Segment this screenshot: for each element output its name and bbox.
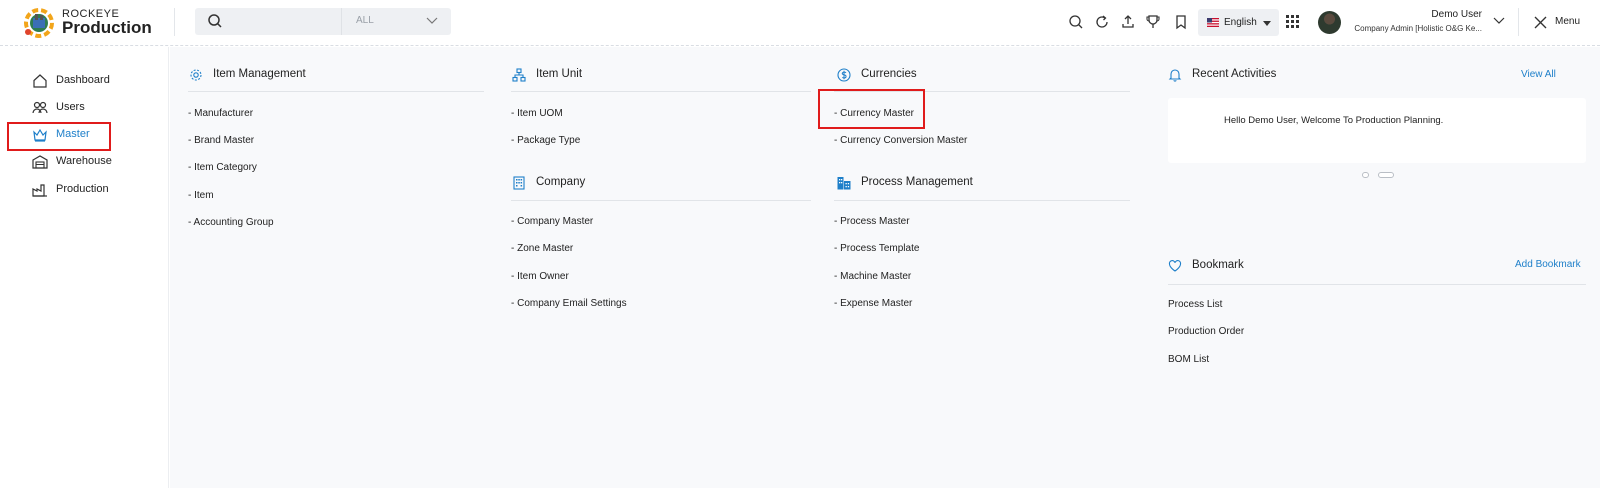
upload-icon[interactable] (1120, 14, 1136, 30)
link-item-category[interactable]: - Item Category (188, 162, 257, 173)
sidebar-item-label: Users (56, 101, 85, 113)
search-icon[interactable] (1068, 14, 1084, 30)
top-header: ROCKEYE Production ALL English Demo User… (0, 0, 1600, 46)
link-machine-master[interactable]: - Machine Master (834, 271, 911, 282)
link-company-master[interactable]: - Company Master (511, 216, 593, 227)
section-title-label: Company (536, 176, 586, 188)
bookmark-icon[interactable] (1173, 14, 1189, 30)
refresh-icon[interactable] (1094, 14, 1110, 30)
link-brand-master[interactable]: - Brand Master (188, 135, 254, 146)
header-divider (1518, 8, 1519, 36)
section-divider (834, 200, 1130, 201)
section-divider (1168, 284, 1586, 285)
sidebar-item-label: Production (56, 183, 109, 195)
section-title-label: Item Unit (536, 68, 583, 80)
chevron-down-icon (426, 17, 438, 24)
sidebar-item-label: Warehouse (56, 155, 112, 167)
link-company-email-settings[interactable]: - Company Email Settings (511, 298, 627, 309)
view-all-link[interactable]: View All (1521, 69, 1556, 80)
link-item[interactable]: - Item (188, 190, 214, 201)
bookmark-item[interactable]: BOM List (1168, 354, 1209, 365)
link-item-owner[interactable]: - Item Owner (511, 271, 569, 282)
section-title-label: Bookmark (1192, 259, 1244, 271)
header-divider (174, 8, 175, 36)
apps-grid-icon[interactable] (1286, 15, 1300, 29)
link-currency-conversion-master[interactable]: - Currency Conversion Master (834, 135, 967, 146)
bell-icon (1168, 69, 1182, 82)
highlight-box (818, 89, 925, 129)
link-item-uom[interactable]: - Item UOM (511, 108, 563, 119)
carousel-dot-active[interactable] (1378, 172, 1394, 178)
user-role: Company Admin [Holistic O&G Ke... (1354, 24, 1482, 33)
home-icon (33, 74, 47, 88)
bookmark-item[interactable]: Process List (1168, 299, 1222, 310)
link-process-master[interactable]: - Process Master (834, 216, 910, 227)
warehouse-icon (32, 155, 48, 169)
gear-icon (190, 69, 202, 81)
add-bookmark-link[interactable]: Add Bookmark (1515, 259, 1581, 270)
brand-name: Production (62, 18, 152, 37)
sidebar: Dashboard Users Master Warehouse Product… (0, 47, 169, 488)
factory-icon (32, 184, 47, 197)
rockeye-logo-icon[interactable] (22, 6, 56, 40)
us-flag-icon (1207, 18, 1219, 27)
section-title-label: Recent Activities (1192, 68, 1277, 80)
user-name[interactable]: Demo User (1350, 9, 1482, 20)
building-icon (513, 176, 525, 190)
activity-message: Hello Demo User, Welcome To Production P… (1224, 115, 1444, 126)
link-accounting-group[interactable]: - Accounting Group (188, 217, 274, 228)
chevron-down-icon[interactable] (1493, 16, 1505, 26)
search-scope-value: ALL (356, 15, 374, 26)
section-divider (511, 200, 811, 201)
close-icon[interactable] (1534, 16, 1547, 29)
highlight-box (7, 122, 111, 151)
section-divider (511, 91, 811, 92)
section-title-label: Currencies (861, 68, 917, 80)
link-process-template[interactable]: - Process Template (834, 243, 919, 254)
city-icon (837, 177, 851, 190)
heart-icon (1168, 260, 1182, 272)
link-manufacturer[interactable]: - Manufacturer (188, 108, 253, 119)
sidebar-item-label: Dashboard (56, 74, 110, 86)
activity-card: Hello Demo User, Welcome To Production P… (1168, 98, 1586, 163)
avatar[interactable] (1318, 11, 1341, 34)
link-zone-master[interactable]: - Zone Master (511, 243, 573, 254)
bookmark-item[interactable]: Production Order (1168, 326, 1244, 337)
menu-button[interactable]: Menu (1555, 16, 1580, 27)
search-input[interactable] (195, 8, 341, 35)
section-title-label: Process Management (861, 176, 973, 188)
caret-down-icon (1263, 21, 1271, 26)
language-label: English (1224, 17, 1257, 28)
section-title-label: Item Management (213, 68, 306, 80)
link-package-type[interactable]: - Package Type (511, 135, 580, 146)
carousel-dot[interactable] (1362, 172, 1369, 178)
section-divider (188, 91, 484, 92)
search-icon[interactable] (207, 13, 223, 29)
trophy-icon[interactable] (1145, 14, 1161, 30)
search-scope-select[interactable]: ALL (341, 8, 451, 35)
users-icon (32, 101, 48, 114)
hierarchy-icon (512, 68, 526, 82)
dollar-icon (837, 68, 851, 82)
language-select[interactable]: English (1198, 9, 1279, 36)
link-expense-master[interactable]: - Expense Master (834, 298, 912, 309)
